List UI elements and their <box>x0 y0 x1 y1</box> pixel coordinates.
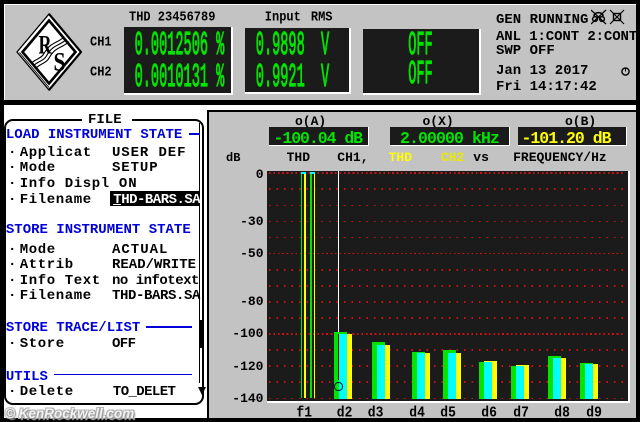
svg-text:R: R <box>39 31 52 60</box>
svg-text:S: S <box>54 48 66 77</box>
